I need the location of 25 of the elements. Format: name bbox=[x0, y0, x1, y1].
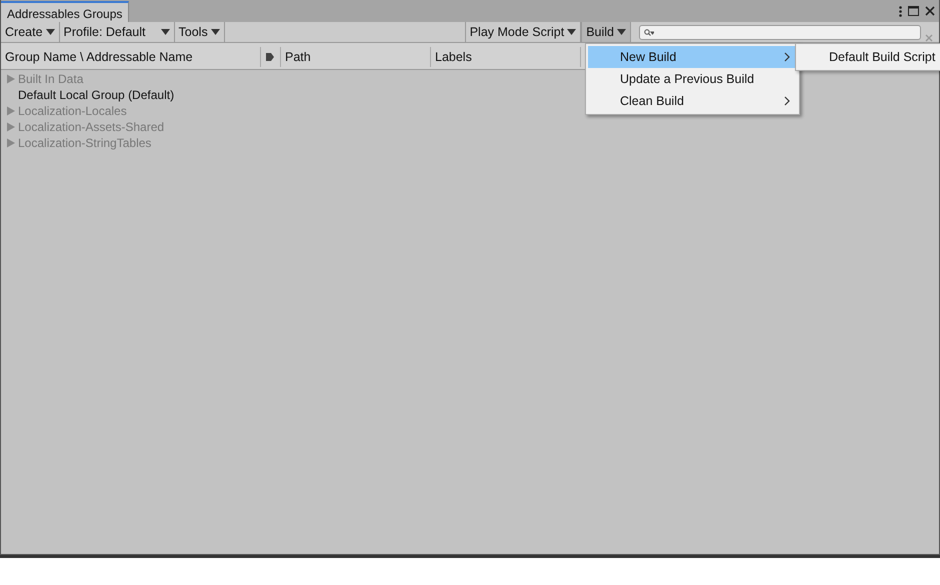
group-name[interactable]: Default Local Group (Default) bbox=[18, 86, 174, 104]
menu-item[interactable]: Clean Build bbox=[588, 90, 797, 112]
caret-icon bbox=[210, 29, 220, 35]
chevron-icon bbox=[783, 52, 791, 62]
window-tab[interactable]: Addressables Groups bbox=[1, 1, 130, 22]
search-icon bbox=[644, 28, 654, 36]
chevron-icon bbox=[783, 96, 791, 106]
column-header[interactable]: Labels bbox=[431, 47, 581, 67]
close-icon[interactable] bbox=[925, 6, 935, 16]
dropdown-button[interactable]: Play Mode Script bbox=[464, 22, 582, 42]
dropdown-button[interactable]: Build bbox=[581, 22, 631, 42]
expand-arrow-icon[interactable] bbox=[6, 74, 16, 84]
menu-item[interactable]: New Build bbox=[588, 46, 797, 68]
column-header[interactable]: Group Name \ Addressable Name bbox=[1, 47, 261, 67]
caret-icon bbox=[160, 29, 170, 35]
maximize-icon[interactable] bbox=[908, 6, 919, 16]
menu-item[interactable]: Update a Previous Build bbox=[588, 68, 797, 90]
caret-icon bbox=[567, 29, 576, 35]
column-header[interactable]: Path bbox=[281, 47, 431, 67]
caret-icon bbox=[617, 29, 626, 35]
search-field[interactable] bbox=[639, 25, 921, 40]
asset-icon bbox=[265, 52, 275, 62]
menu-item[interactable]: Default Build Script bbox=[796, 46, 940, 68]
more-icon[interactable] bbox=[899, 6, 902, 16]
caret-icon bbox=[46, 29, 55, 35]
